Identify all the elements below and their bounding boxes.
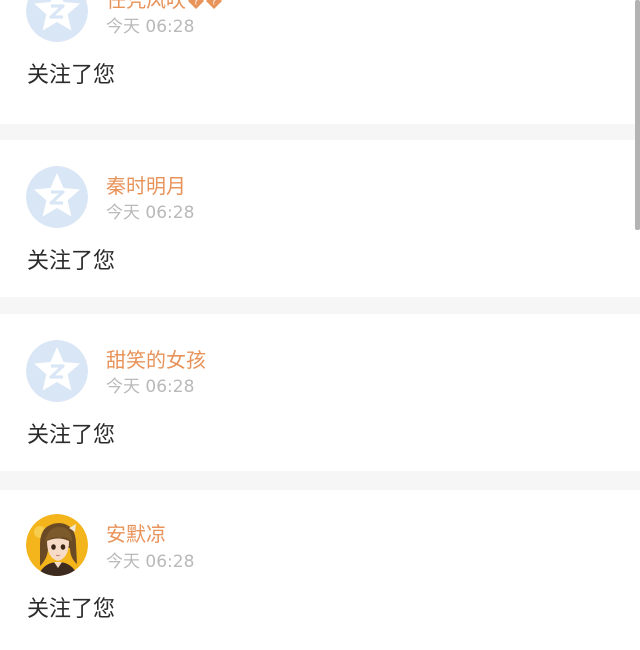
username[interactable]: 安默凉 (106, 522, 166, 546)
notification-feed: 任凭风吹?? 今天 06:28 关注了您 秦时明月 今天 06:28 关注了您 … (0, 0, 640, 650)
default-avatar-icon[interactable] (26, 0, 88, 42)
timestamp: 今天 06:28 (106, 552, 195, 572)
unknown-char-glyph-icon: ? (206, 0, 222, 9)
notification-item[interactable]: 安默凉 今天 06:28 关注了您 (0, 490, 640, 650)
username[interactable]: 任凭风吹?? (106, 0, 222, 12)
username[interactable]: 秦时明月 (106, 174, 186, 198)
user-photo-avatar-icon[interactable] (26, 514, 88, 576)
notification-item[interactable]: 甜笑的女孩 今天 06:28 关注了您 (0, 314, 640, 471)
notification-item[interactable]: 秦时明月 今天 06:28 关注了您 (0, 140, 640, 297)
username-text: 任凭风吹 (106, 0, 186, 12)
timestamp: 今天 06:28 (106, 203, 195, 223)
notification-item[interactable]: 任凭风吹?? 今天 06:28 关注了您 (0, 0, 640, 124)
default-avatar-icon[interactable] (26, 340, 88, 402)
notification-message: 关注了您 (27, 423, 116, 448)
svg-text:?: ? (211, 0, 216, 8)
timestamp: 今天 06:28 (106, 377, 195, 397)
vertical-scrollbar[interactable] (635, 0, 640, 230)
notification-message: 关注了您 (27, 249, 116, 274)
notification-message: 关注了您 (27, 63, 116, 88)
notification-message: 关注了您 (27, 597, 116, 622)
unknown-char-glyph-icon: ? (188, 0, 204, 9)
default-avatar-icon[interactable] (26, 166, 88, 228)
svg-text:?: ? (193, 0, 198, 8)
username[interactable]: 甜笑的女孩 (106, 348, 206, 372)
timestamp: 今天 06:28 (106, 17, 195, 37)
